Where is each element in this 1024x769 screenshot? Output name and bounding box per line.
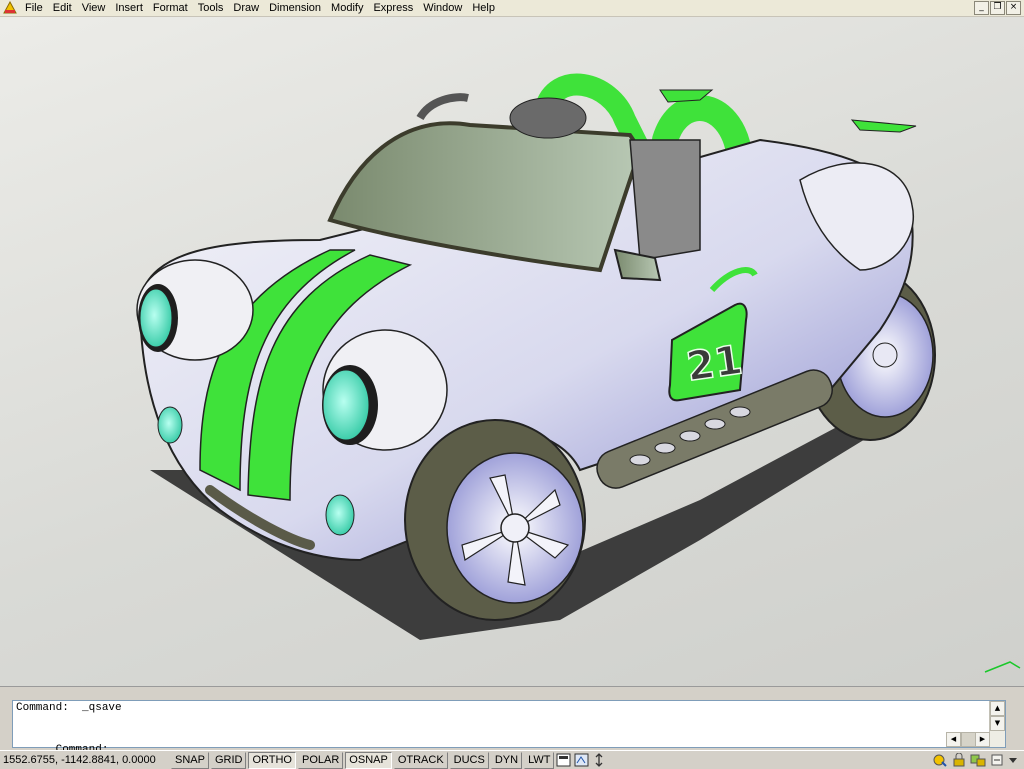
scroll-up-icon[interactable]: ▲ <box>990 701 1005 716</box>
menu-file[interactable]: File <box>20 1 48 16</box>
autocad-app-icon[interactable] <box>2 0 18 15</box>
status-bar: 1552.6755, -1142.8841, 0.0000 SNAP GRID … <box>0 750 1024 769</box>
menu-window[interactable]: Window <box>418 1 467 16</box>
right-headlight <box>322 369 370 441</box>
command-history-line: Command: _qsave <box>16 702 122 714</box>
command-window: Command: _qsave Command: ▲ ▼ ◀ ▶ <box>0 688 1024 756</box>
coordinate-readout[interactable]: 1552.6755, -1142.8841, 0.0000 <box>0 754 163 766</box>
menu-help[interactable]: Help <box>467 1 500 16</box>
polar-toggle[interactable]: POLAR <box>298 751 344 769</box>
ortho-toggle[interactable]: ORTHO <box>248 751 296 769</box>
menu-bar: File Edit View Insert Format Tools Draw … <box>0 0 1024 17</box>
osnap-toggle[interactable]: OSNAP <box>345 751 392 769</box>
menu-format[interactable]: Format <box>148 1 193 16</box>
communication-center-icon[interactable] <box>932 753 948 767</box>
maximize-viewport-icon[interactable] <box>574 753 589 767</box>
dyn-toggle[interactable]: DYN <box>490 751 523 769</box>
restore-button[interactable]: ❐ <box>990 1 1005 15</box>
settings-icon[interactable] <box>990 753 1004 767</box>
ucs-icon <box>984 661 1021 673</box>
menu-dimension[interactable]: Dimension <box>264 1 326 16</box>
minimize-button[interactable]: _ <box>974 1 989 15</box>
toolbar-lock-icon[interactable] <box>970 753 986 767</box>
close-button[interactable]: × <box>1006 1 1021 15</box>
menu-insert[interactable]: Insert <box>110 1 148 16</box>
menu-view[interactable]: View <box>77 1 111 16</box>
scroll-thumb[interactable] <box>961 732 976 747</box>
status-tray <box>932 753 1018 767</box>
sync-icon[interactable] <box>592 753 607 767</box>
front-wheel <box>404 419 586 621</box>
clean-screen-icon[interactable] <box>1008 753 1018 767</box>
menu-edit[interactable]: Edit <box>48 1 77 16</box>
menu-modify[interactable]: Modify <box>326 1 368 16</box>
menu-draw[interactable]: Draw <box>228 1 264 16</box>
otrack-toggle[interactable]: OTRACK <box>393 751 448 769</box>
drawing-viewport[interactable]: 21 <box>0 17 1024 687</box>
left-headlight <box>139 288 173 348</box>
menu-express[interactable]: Express <box>368 1 418 16</box>
car-number: 21 <box>684 337 746 390</box>
car-model-render: 21 <box>136 73 1021 673</box>
menu-tools[interactable]: Tools <box>193 1 229 16</box>
model-icon[interactable] <box>556 753 571 767</box>
command-scrollbar[interactable]: ▲ ▼ <box>989 701 1005 747</box>
scroll-left-icon[interactable]: ◀ <box>946 732 961 747</box>
scroll-right-icon[interactable]: ▶ <box>975 732 990 747</box>
lwt-toggle[interactable]: LWT <box>524 751 555 769</box>
scroll-down-icon[interactable]: ▼ <box>990 716 1005 731</box>
grid-toggle[interactable]: GRID <box>210 751 247 769</box>
snap-toggle[interactable]: SNAP <box>171 751 209 769</box>
ducs-toggle[interactable]: DUCS <box>449 751 489 769</box>
lock-icon[interactable] <box>952 753 966 767</box>
